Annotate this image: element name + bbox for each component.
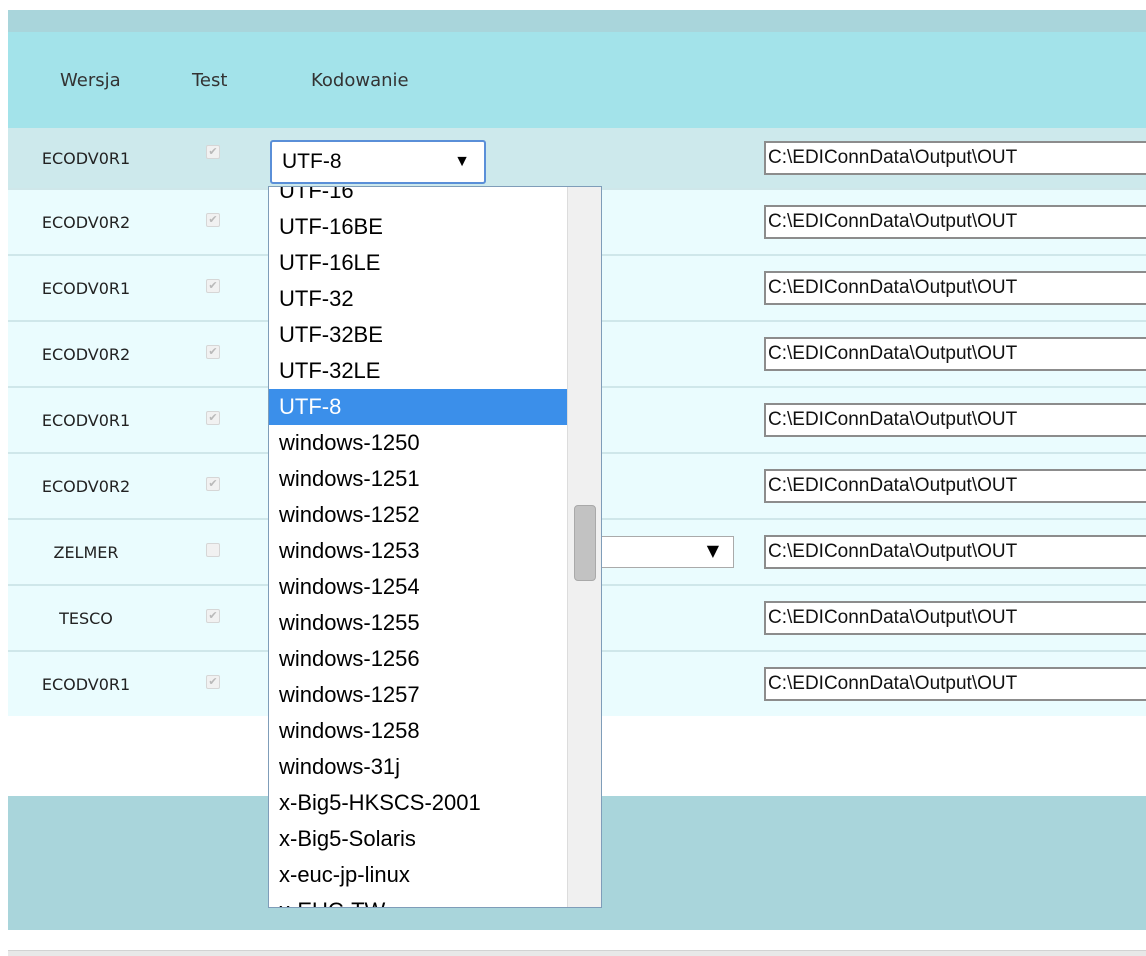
encoding-option[interactable]: UTF-16 bbox=[269, 187, 567, 209]
encoding-option-selected[interactable]: UTF-8 bbox=[269, 389, 567, 425]
encoding-option[interactable]: windows-1258 bbox=[269, 713, 567, 749]
column-header-kodowanie: Kodowanie bbox=[311, 70, 409, 91]
version-name: TESCO bbox=[59, 608, 113, 628]
encoding-option[interactable]: windows-1252 bbox=[269, 497, 567, 533]
encoding-select-value: UTF-8 bbox=[282, 150, 342, 173]
checkmark-icon: ✔ bbox=[208, 145, 218, 158]
version-name: ECODV0R1 bbox=[41, 148, 131, 168]
encoding-option[interactable]: x-Big5-HKSCS-2001 bbox=[269, 785, 567, 821]
triangle-down-icon: ▼ bbox=[454, 153, 470, 170]
table-header bbox=[8, 32, 1146, 128]
encoding-option[interactable]: windows-1255 bbox=[269, 605, 567, 641]
test-checkbox[interactable]: ✔ bbox=[206, 345, 220, 359]
output-path-input[interactable]: C:\EDIConnData\Output\OUT bbox=[764, 205, 1146, 239]
checkmark-icon: ✔ bbox=[208, 213, 218, 226]
version-name: ECODV0R2 bbox=[41, 344, 131, 364]
output-path-input[interactable]: C:\EDIConnData\Output\OUT bbox=[764, 667, 1146, 701]
checkmark-icon: ✔ bbox=[208, 411, 218, 424]
column-header-wersja: Wersja bbox=[60, 70, 121, 91]
encoding-option[interactable]: x-EUC-TW bbox=[269, 893, 567, 907]
output-path-input[interactable]: C:\EDIConnData\Output\OUT bbox=[764, 601, 1146, 635]
top-strip bbox=[8, 10, 1146, 32]
test-checkbox[interactable] bbox=[206, 543, 220, 557]
output-path-input[interactable]: C:\EDIConnData\Output\OUT bbox=[764, 337, 1146, 371]
test-checkbox[interactable]: ✔ bbox=[206, 411, 220, 425]
checkmark-icon: ✔ bbox=[208, 345, 218, 358]
column-header-test: Test bbox=[192, 70, 228, 91]
version-name: ECODV0R1 bbox=[41, 410, 131, 430]
checkmark-icon: ✔ bbox=[208, 279, 218, 292]
version-name: ECODV0R2 bbox=[41, 476, 131, 496]
version-name: ZELMER bbox=[53, 542, 119, 562]
test-checkbox[interactable]: ✔ bbox=[206, 609, 220, 623]
checkmark-icon: ✔ bbox=[208, 609, 218, 622]
encoding-select-open[interactable]: UTF-8 ▼ bbox=[270, 140, 486, 184]
checkmark-icon: ✔ bbox=[208, 477, 218, 490]
encoding-option[interactable]: UTF-32LE bbox=[269, 353, 567, 389]
dropdown-scrollbar[interactable] bbox=[567, 187, 601, 907]
encoding-option[interactable]: windows-1254 bbox=[269, 569, 567, 605]
encoding-option[interactable]: windows-1251 bbox=[269, 461, 567, 497]
encoding-option[interactable]: UTF-32 bbox=[269, 281, 567, 317]
test-checkbox[interactable]: ✔ bbox=[206, 675, 220, 689]
encoding-option[interactable]: UTF-32BE bbox=[269, 317, 567, 353]
encoding-option[interactable]: UTF-16BE bbox=[269, 209, 567, 245]
table-row: ECODV0R1 ✔ C:\EDIConnData\Output\OUT bbox=[8, 128, 1146, 188]
encoding-options: UTF-16 UTF-16BE UTF-16LE UTF-32 UTF-32BE… bbox=[269, 187, 567, 907]
encoding-option[interactable]: UTF-16LE bbox=[269, 245, 567, 281]
encoding-option[interactable]: x-euc-jp-linux bbox=[269, 857, 567, 893]
bottom-strip bbox=[8, 950, 1146, 956]
test-checkbox[interactable]: ✔ bbox=[206, 477, 220, 491]
test-checkbox[interactable]: ✔ bbox=[206, 213, 220, 227]
encoding-option[interactable]: windows-1256 bbox=[269, 641, 567, 677]
scrollbar-thumb[interactable] bbox=[574, 505, 596, 581]
encoding-option[interactable]: windows-1250 bbox=[269, 425, 567, 461]
output-path-input[interactable]: C:\EDIConnData\Output\OUT bbox=[764, 403, 1146, 437]
test-checkbox[interactable]: ✔ bbox=[206, 279, 220, 293]
version-name: ECODV0R1 bbox=[41, 674, 131, 694]
version-name: ECODV0R1 bbox=[41, 278, 131, 298]
encoding-select[interactable]: ▼ bbox=[598, 536, 734, 568]
version-name: ECODV0R2 bbox=[41, 212, 131, 232]
output-path-input[interactable]: C:\EDIConnData\Output\OUT bbox=[764, 469, 1146, 503]
output-path-input[interactable]: C:\EDIConnData\Output\OUT bbox=[764, 271, 1146, 305]
encoding-dropdown-list[interactable]: UTF-16 UTF-16BE UTF-16LE UTF-32 UTF-32BE… bbox=[268, 186, 602, 908]
checkmark-icon: ✔ bbox=[208, 675, 218, 688]
encoding-option[interactable]: windows-1253 bbox=[269, 533, 567, 569]
test-checkbox[interactable]: ✔ bbox=[206, 145, 220, 159]
output-path-input[interactable]: C:\EDIConnData\Output\OUT bbox=[764, 141, 1146, 175]
encoding-option[interactable]: windows-31j bbox=[269, 749, 567, 785]
output-path-input[interactable]: C:\EDIConnData\Output\OUT bbox=[764, 535, 1146, 569]
triangle-down-icon: ▼ bbox=[706, 541, 719, 560]
encoding-option[interactable]: windows-1257 bbox=[269, 677, 567, 713]
encoding-option[interactable]: x-Big5-Solaris bbox=[269, 821, 567, 857]
